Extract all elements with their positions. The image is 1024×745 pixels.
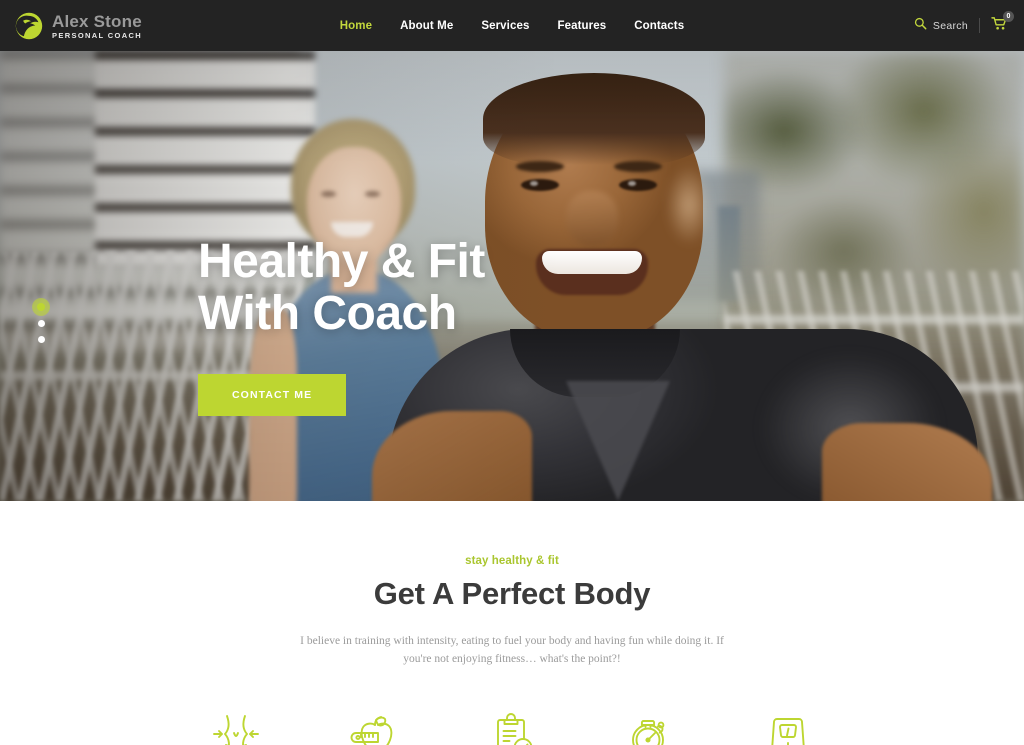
- hero-title: Healthy & Fit With Coach: [198, 236, 485, 340]
- slider-pagination: [37, 303, 45, 343]
- header-actions: Search 0: [914, 0, 1014, 51]
- nav-item-about-me[interactable]: About Me: [400, 20, 453, 32]
- header-divider: [979, 18, 980, 33]
- section-description: I believe in training with intensity, ea…: [300, 635, 724, 665]
- stopwatch-icon: [624, 712, 676, 745]
- main-navigation: Home About Me Services Features Contacts: [340, 0, 684, 51]
- nav-item-services[interactable]: Services: [481, 20, 529, 32]
- slim-waist-icon: [210, 712, 262, 745]
- perfect-body-section: stay healthy & fit Get A Perfect Body I …: [0, 501, 1024, 745]
- search-icon: [914, 17, 927, 35]
- logo-text: Alex Stone PERSONAL COACH: [52, 12, 142, 40]
- apple-measuring-tape-icon: [348, 712, 400, 745]
- slider-dot-1[interactable]: [37, 303, 45, 311]
- weight-scale-icon: [762, 712, 814, 745]
- hero-title-line-2: With Coach: [198, 286, 457, 340]
- hero-title-line-1: Healthy & Fit: [198, 235, 485, 288]
- feature-timing[interactable]: [614, 711, 686, 745]
- search-label: Search: [932, 19, 968, 32]
- feature-plan[interactable]: [476, 711, 548, 745]
- feature-icon-row: [0, 711, 1024, 745]
- logo-title: Alex Stone: [52, 11, 142, 31]
- section-eyebrow: stay healthy & fit: [465, 555, 559, 567]
- nav-item-features[interactable]: Features: [557, 20, 606, 32]
- nav-item-contacts[interactable]: Contacts: [634, 20, 684, 32]
- cart-badge: 0: [1003, 10, 1014, 22]
- logo[interactable]: Alex Stone PERSONAL COACH: [14, 11, 142, 41]
- search-button[interactable]: Search: [914, 17, 968, 35]
- nav-item-home[interactable]: Home: [340, 20, 372, 32]
- hero-slider: Healthy & Fit With Coach CONTACT ME: [0, 51, 1024, 501]
- feature-weight[interactable]: [752, 711, 824, 745]
- feature-nutrition[interactable]: [338, 711, 410, 745]
- section-title: Get A Perfect Body: [373, 576, 651, 611]
- slider-dot-3[interactable]: [37, 336, 45, 343]
- hero-background-photo: [0, 51, 1024, 501]
- logo-subtitle: PERSONAL COACH: [52, 30, 143, 40]
- contact-me-button[interactable]: CONTACT ME: [198, 373, 347, 416]
- feature-slim-waist[interactable]: [200, 711, 272, 745]
- swirl-leaf-logo-icon: [14, 11, 44, 41]
- clipboard-check-icon: [486, 712, 538, 745]
- slider-dot-2[interactable]: [37, 320, 45, 327]
- hero-content: Healthy & Fit With Coach CONTACT ME: [198, 236, 485, 416]
- cart-button[interactable]: 0: [991, 10, 1014, 36]
- site-header: Alex Stone PERSONAL COACH Home About Me …: [0, 0, 1024, 51]
